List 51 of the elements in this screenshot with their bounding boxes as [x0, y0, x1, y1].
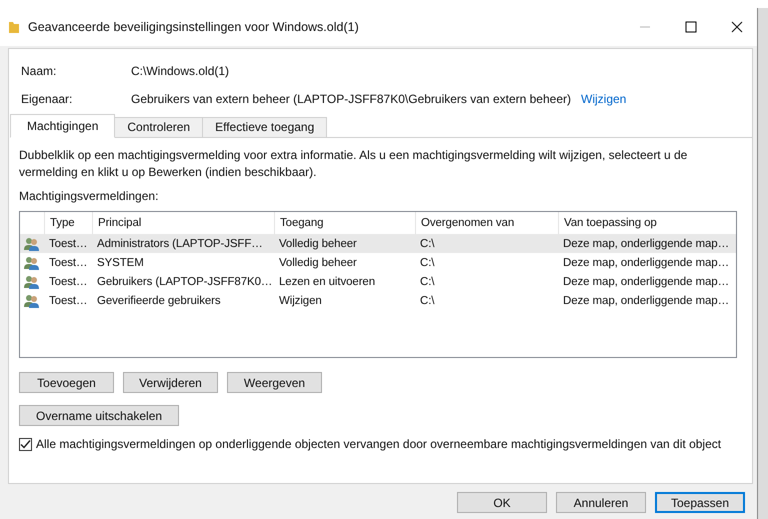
table-cell-text: Toest… [48, 238, 88, 250]
table-cell-text: Administrators (LAPTOP-JSFF… [96, 238, 264, 250]
checkbox[interactable] [19, 438, 32, 450]
description-text: Dubbelklik op een machtigingsvermelding voor extra informatie. Als u een machtigingsvermelding wilt wijzigen, selecteert u de vermelding en klikt u op Bewerken (indien beschikbaar). [19, 147, 688, 181]
table-cell-text: Deze map, onderliggende map… [562, 238, 730, 250]
field-label: Naam: [21, 64, 58, 78]
maximize-icon[interactable] [685, 21, 697, 33]
change-link[interactable]: Wijzigen [581, 92, 626, 106]
table-label: Machtigingsvermeldingen: [19, 189, 160, 205]
table-cell-text: Deze map, onderliggende map… [562, 294, 730, 306]
entry-button[interactable]: Weergeven [227, 372, 322, 393]
table-cell-text: Toest… [48, 276, 88, 288]
table-row[interactable]: Toest… Geverifieerde gebruikers Wijzigen C:\ Deze map, onderliggende map… [20, 291, 736, 310]
entry-button[interactable]: Toevoegen [19, 372, 114, 393]
folder-icon [8, 20, 20, 34]
disable-inheritance-button[interactable]: Overname uitschakelen [19, 405, 180, 426]
table-cell-text: Volledig beheer [278, 256, 358, 268]
table-cell-text: Lezen en uitvoeren [278, 276, 376, 288]
table-cell-text: C:\ [419, 256, 436, 268]
checkbox-label: Alle machtigingsvermeldingen op onderliggende objecten vervangen door overneembare machtigingsvermeldingen van dit object [36, 437, 722, 451]
users-icon [24, 294, 40, 308]
table-cell-text: Toest… [48, 294, 88, 306]
tab[interactable]: Machtigingen [10, 114, 116, 138]
entry-button[interactable]: Verwijderen [123, 372, 218, 393]
dialog-button[interactable]: Toepassen [655, 492, 745, 513]
dialog-button[interactable]: Annuleren [556, 492, 646, 513]
table-cell-text: Geverifieerde gebruikers [96, 294, 222, 306]
table-cell-text: C:\ [419, 294, 436, 306]
close-icon[interactable] [731, 21, 743, 33]
users-icon [24, 256, 40, 270]
table-cell-text: Deze map, onderliggende map… [562, 276, 730, 288]
table-row[interactable]: Toest… SYSTEM Volledig beheer C:\ Deze map, onderliggende map… [20, 253, 736, 272]
table-cell-text: C:\ [419, 238, 436, 250]
field-value: C:\Windows.old(1) [131, 64, 230, 78]
field-label: Eigenaar: [21, 92, 74, 106]
table-row[interactable]: Toest… Gebruikers (LAPTOP-JSFF87K0… Lezen en uitvoeren C:\ Deze map, onderliggende map… [20, 272, 736, 291]
users-icon [24, 236, 40, 250]
tab[interactable]: Effectieve toegang [202, 117, 328, 137]
table-cell-text: Wijzigen [278, 294, 323, 306]
window-title: Geavanceerde beveiligingsinstellingen voor Windows.old(1) [28, 20, 360, 34]
table-cell-text: Volledig beheer [278, 238, 358, 250]
users-icon [24, 274, 40, 288]
table-row[interactable]: Toest… Administrators (LAPTOP-JSFF… Volledig beheer C:\ Deze map, onderliggende map… [20, 234, 736, 253]
table-cell-text: Gebruikers (LAPTOP-JSFF87K0… [96, 276, 274, 288]
table-cell-text: Deze map, onderliggende map… [562, 256, 730, 268]
tab[interactable]: Controleren [114, 117, 204, 137]
field-value: Gebruikers van extern beheer (LAPTOP-JSFF87K0\Gebruikers van extern beheer) [131, 92, 571, 106]
table-cell-text: C:\ [419, 276, 436, 288]
dialog-button[interactable]: OK [457, 492, 547, 513]
table-cell-text: SYSTEM [96, 256, 145, 268]
table-cell-text: Toest… [48, 256, 88, 268]
